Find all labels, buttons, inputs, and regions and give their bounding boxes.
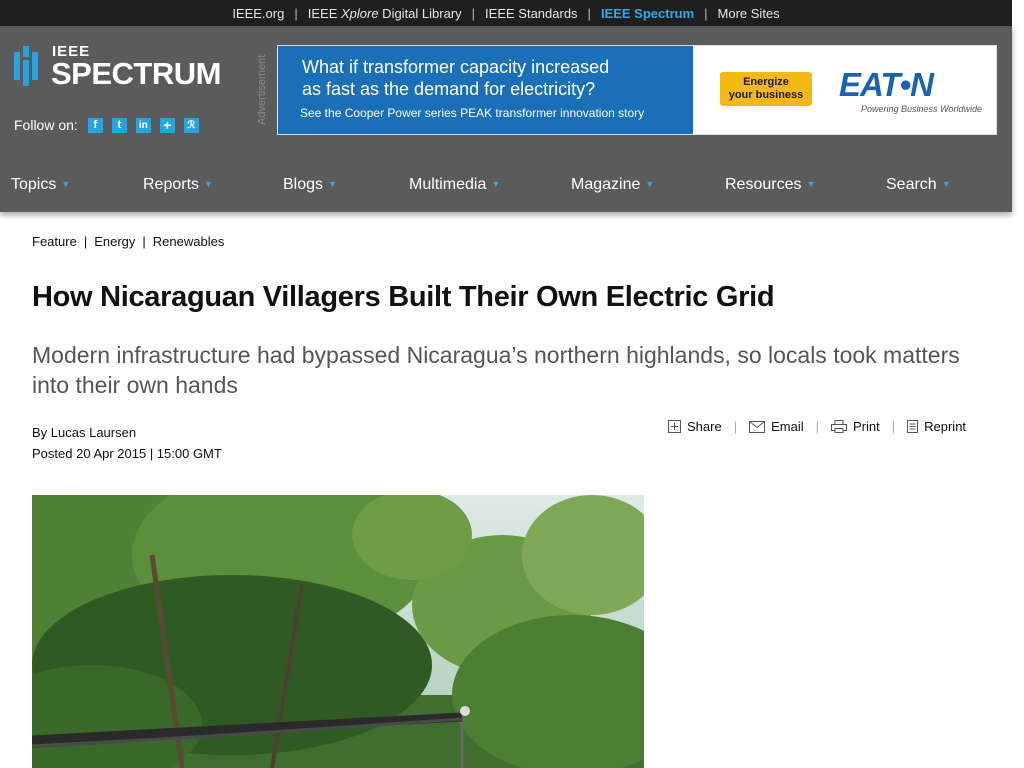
linkedin-icon[interactable]: in <box>135 117 151 133</box>
ad-button-line-2: your business <box>728 89 804 101</box>
jungle-photo-illustration <box>32 495 644 768</box>
share-button[interactable]: Share <box>668 419 722 434</box>
caret-down-icon: ▼ <box>806 179 816 189</box>
nav-label: Topics <box>11 176 57 193</box>
plus-box-icon <box>668 420 681 433</box>
envelope-icon <box>749 420 766 433</box>
caret-down-icon: ▼ <box>61 179 71 189</box>
email-label: Email <box>771 419 804 434</box>
nav-search[interactable]: Search ▼ <box>886 176 951 194</box>
caret-down-icon: ▼ <box>328 179 337 189</box>
rss-icon[interactable]: ℛ <box>183 117 199 133</box>
divider: | <box>471 5 476 21</box>
nav-blogs[interactable]: Blogs ▼ <box>283 176 337 194</box>
caret-down-icon: ▼ <box>491 179 501 189</box>
divider: | <box>704 5 708 21</box>
ad-message-panel: What if transformer capacity increased a… <box>278 46 693 134</box>
nav-multimedia[interactable]: Multimedia ▼ <box>409 176 500 194</box>
ad-headline-line-1: What if transformer capacity increased <box>302 57 610 77</box>
print-button[interactable]: Print <box>831 419 880 434</box>
twitter-icon[interactable]: t <box>111 117 127 133</box>
eaton-tagline: Powering Business Worldwide <box>861 104 983 114</box>
nav-magazine[interactable]: Magazine ▼ <box>571 176 654 194</box>
article-title: How Nicaraguan Villagers Built Their Own… <box>32 281 775 313</box>
main-nav: Topics ▼ Reports ▼ Blogs ▼ Multimedia ▼ Maga… <box>0 166 1012 206</box>
reprint-button[interactable]: Reprint <box>907 419 966 434</box>
xplore-em: Xplore <box>340 5 379 21</box>
follow-label: Follow on: <box>14 117 78 133</box>
nav-label: Resources <box>725 176 802 193</box>
right-gutter <box>1012 0 1024 212</box>
article-dek: Modern infrastructure had bypassed Nicar… <box>32 342 960 398</box>
nav-resources[interactable]: Resources ▼ <box>725 176 815 194</box>
caret-down-icon: ▼ <box>204 179 213 189</box>
link-spectrum[interactable]: IEEE Spectrum <box>601 6 694 21</box>
divider: | <box>891 419 896 434</box>
spectrum-logo[interactable]: IEEE SPECTRUM <box>14 43 229 91</box>
link-ieee-org[interactable]: IEEE.org <box>232 6 284 21</box>
print-label: Print <box>853 419 880 434</box>
divider: | <box>294 5 298 21</box>
posted-date: Posted 20 Apr 2015 | 15:00 GMT <box>32 446 222 461</box>
document-icon <box>907 420 919 433</box>
caret-down-icon: ▼ <box>645 179 655 189</box>
nav-label: Magazine <box>571 176 641 193</box>
ad-energize-button[interactable]: Energize your business <box>720 72 812 106</box>
logo-spectrum-text: SPECTRUM <box>51 56 221 91</box>
link-standards[interactable]: IEEE Standards <box>485 6 578 21</box>
ad-headline-line-2: as fast as the demand for electricity? <box>302 79 596 99</box>
logo-bars-icon <box>14 46 42 86</box>
divider: | <box>142 234 146 249</box>
nav-label: Multimedia <box>409 176 487 193</box>
advertisement-banner[interactable]: What if transformer capacity increased a… <box>278 46 996 134</box>
breadcrumb-energy[interactable]: Energy <box>94 234 135 249</box>
nav-reports[interactable]: Reports ▼ <box>143 176 213 194</box>
reprint-label: Reprint <box>924 419 967 434</box>
eaton-logo: EAT•N <box>839 66 934 103</box>
byline: By Lucas Laursen Posted 20 Apr 2015 | 15… <box>32 422 222 464</box>
article-tools: Share | Email | Print | Reprint <box>668 419 966 434</box>
divider: | <box>733 419 738 434</box>
divider: | <box>587 5 591 21</box>
nav-label: Blogs <box>283 176 324 193</box>
link-xplore[interactable]: IEEE Xplore Digital Library <box>308 6 462 21</box>
follow-on: Follow on: f t in + ℛ <box>14 117 208 133</box>
breadcrumb: Feature | Energy | Renewables <box>32 234 224 249</box>
breadcrumb-feature[interactable]: Feature <box>32 234 77 249</box>
nav-label: Search <box>886 176 937 193</box>
ad-label: Advertisement <box>256 54 268 126</box>
email-button[interactable]: Email <box>749 419 804 434</box>
nav-label: Reports <box>143 176 200 193</box>
xplore-prefix: IEEE <box>307 5 341 21</box>
article-hero-image <box>32 495 644 768</box>
share-label: Share <box>687 419 722 434</box>
divider: | <box>815 419 819 434</box>
caret-down-icon: ▼ <box>941 179 951 189</box>
divider: | <box>83 234 88 249</box>
link-more-sites[interactable]: More Sites <box>718 6 780 21</box>
author: By Lucas Laursen <box>32 425 137 440</box>
top-utility-bar: IEEE.org | IEEE Xplore Digital Library |… <box>0 0 1012 26</box>
ad-headline: What if transformer capacity increased a… <box>302 56 609 100</box>
ad-subline: See the Cooper Power series PEAK transfo… <box>300 106 645 120</box>
xplore-suffix: Digital Library <box>378 5 462 21</box>
printer-icon <box>831 420 847 433</box>
site-header: IEEE SPECTRUM Follow on: f t in + ℛ Adve… <box>0 26 1012 212</box>
googleplus-icon[interactable]: + <box>159 117 175 133</box>
nav-topics[interactable]: Topics ▼ <box>11 176 70 194</box>
facebook-icon[interactable]: f <box>87 117 103 133</box>
breadcrumb-renewables[interactable]: Renewables <box>153 234 225 249</box>
ad-button-line-1: Energize <box>743 76 789 88</box>
